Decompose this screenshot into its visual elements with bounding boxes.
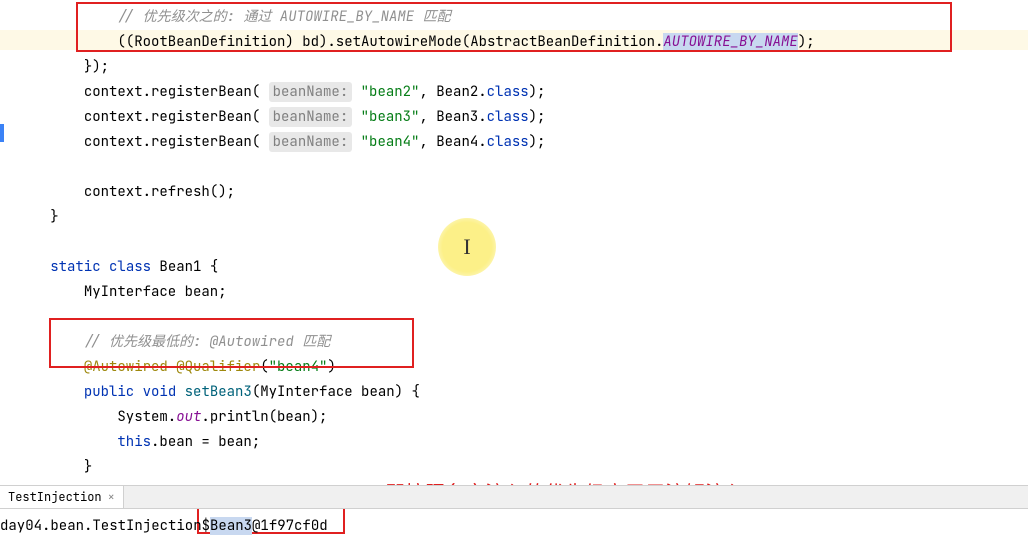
annotation-autowired: @Autowired bbox=[84, 358, 168, 376]
annotation-qualifier: @Qualifier bbox=[176, 358, 260, 376]
code-line[interactable]: context.refresh(); bbox=[0, 180, 1028, 205]
code-line[interactable]: System.out.println(bean); bbox=[0, 405, 1028, 430]
code-line[interactable]: context.registerBean( beanName: "bean4",… bbox=[0, 130, 1028, 155]
method-name: setBean3 bbox=[185, 383, 252, 401]
code-line[interactable]: context.registerBean( beanName: "bean2",… bbox=[0, 80, 1028, 105]
code-line[interactable]: MyInterface bean; bbox=[0, 280, 1028, 305]
code-line[interactable] bbox=[0, 305, 1028, 330]
close-icon[interactable]: × bbox=[108, 489, 115, 505]
code-line[interactable]: } bbox=[0, 205, 1028, 230]
run-tab-bar: TestInjection × bbox=[0, 485, 1028, 509]
code-line[interactable]: // 优先级次之的: 通过 AUTOWIRE_BY_NAME 匹配 bbox=[0, 5, 1028, 30]
comment-text: // 优先级次之的: 通过 AUTOWIRE_BY_NAME 匹配 bbox=[117, 8, 450, 26]
tab-label: TestInjection bbox=[8, 489, 102, 505]
code-line[interactable]: public void setBean3(MyInterface bean) { bbox=[0, 380, 1028, 405]
constant-highlighted: AUTOWIRE_BY_NAME bbox=[663, 33, 797, 51]
code-line[interactable] bbox=[0, 155, 1028, 180]
code-line[interactable]: context.registerBean( beanName: "bean3",… bbox=[0, 105, 1028, 130]
console-output[interactable]: day04.bean.TestInjection$Bean3@1f97cf0d bbox=[0, 517, 328, 535]
code-line[interactable]: ((RootBeanDefinition) bd).setAutowireMod… bbox=[0, 30, 1028, 55]
code-line[interactable]: this.bean = bean; bbox=[0, 430, 1028, 455]
param-hint: beanName: bbox=[269, 82, 353, 102]
code-line[interactable] bbox=[0, 230, 1028, 255]
code-line[interactable]: static class Bean1 { bbox=[0, 255, 1028, 280]
param-hint: beanName: bbox=[269, 107, 353, 127]
code-line[interactable]: }); bbox=[0, 55, 1028, 80]
run-tab[interactable]: TestInjection × bbox=[0, 486, 124, 508]
code-line[interactable]: @Autowired @Qualifier("bean4") bbox=[0, 355, 1028, 380]
param-hint: beanName: bbox=[269, 132, 353, 152]
console-highlighted: Bean3 bbox=[210, 517, 252, 535]
code-line[interactable]: // 优先级最低的: @Autowired 匹配 bbox=[0, 330, 1028, 355]
comment-text: // 优先级最低的: @Autowired 匹配 bbox=[84, 333, 330, 351]
code-editor[interactable]: // 优先级次之的: 通过 AUTOWIRE_BY_NAME 匹配 ((Root… bbox=[0, 0, 1028, 480]
